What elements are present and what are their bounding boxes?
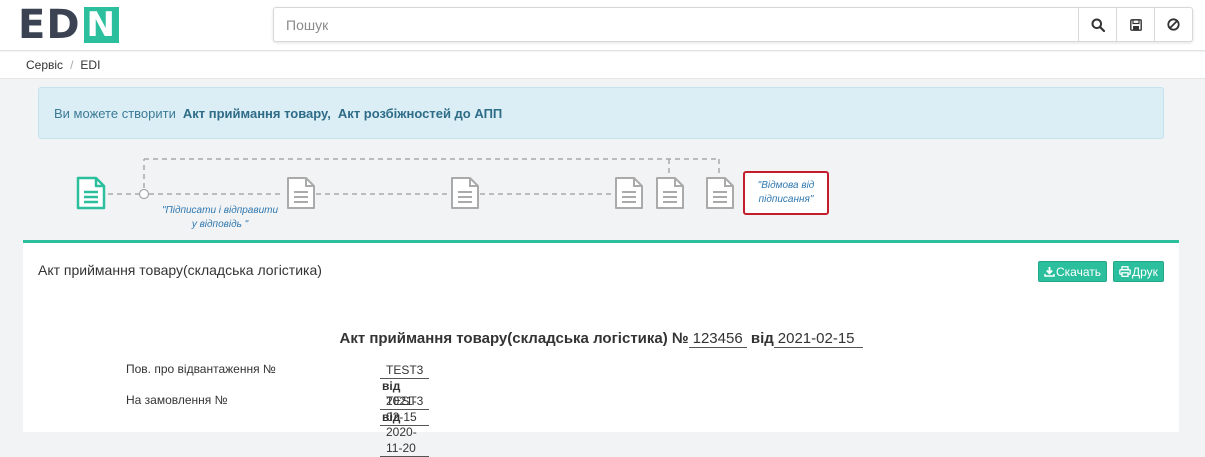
create-acceptance-act-link[interactable]: Акт приймання товару, <box>183 106 331 121</box>
search-button[interactable] <box>1078 8 1116 41</box>
print-icon <box>1119 266 1131 277</box>
shipment-notice-number: TEST3 <box>380 362 430 379</box>
sign-and-send-action[interactable]: "Підписати і відправити у відповідь " <box>150 204 290 232</box>
document-icon-step <box>656 177 684 209</box>
download-icon <box>1044 267 1055 277</box>
search-bar <box>273 7 1193 42</box>
document-from-word: від <box>750 330 774 347</box>
reject-label-line2: підписання" <box>758 194 814 205</box>
sign-label-line1: "Підписати і відправити <box>161 205 279 216</box>
alert-text: Ви можете створити <box>54 105 176 121</box>
print-label: Друк <box>1132 264 1158 279</box>
breadcrumb-item-service[interactable]: Сервіс <box>26 58 63 72</box>
save-search-button[interactable] <box>1116 8 1154 41</box>
document-icon-step <box>451 177 479 209</box>
panel-title: Акт приймання товару(складська логістика… <box>38 262 322 278</box>
document-icon-step <box>615 177 643 209</box>
ban-icon <box>1167 18 1180 31</box>
save-icon <box>1129 18 1142 31</box>
edin-logo[interactable]: ED N <box>18 2 119 48</box>
order-number: TEST3 <box>380 393 430 410</box>
document-date: 2021-02-15 <box>773 330 863 348</box>
order-from-word: від <box>382 410 401 424</box>
print-button[interactable]: Друк <box>1113 261 1164 282</box>
breadcrumb-separator: / <box>70 58 74 72</box>
breadcrumb-item-edi[interactable]: EDI <box>80 58 100 72</box>
document-number: 123456 <box>688 330 747 348</box>
order-label: На замовлення № <box>126 393 228 407</box>
document-heading: Акт приймання товару(складська логістика… <box>23 330 1179 348</box>
breadcrumb: Сервіс / EDI <box>0 52 1205 79</box>
sign-label-line2: у відповідь " <box>191 219 249 230</box>
shipment-notice-label: Пов. про відвантаження № <box>126 362 276 376</box>
document-workflow: "Підписати і відправити у відповідь " "В… <box>0 150 1205 240</box>
document-icon-step <box>287 177 315 209</box>
clear-search-button[interactable] <box>1154 8 1192 41</box>
document-panel: Акт приймання товару(складська логістика… <box>23 240 1179 457</box>
search-icon <box>1091 18 1105 32</box>
reject-signing-action[interactable]: "Відмова від підписання" <box>743 171 829 215</box>
create-discrepancy-act-link[interactable]: Акт розбіжностей до АПП <box>338 106 502 121</box>
shipment-notice-from-word: від <box>382 379 401 393</box>
search-input[interactable] <box>274 8 1078 41</box>
top-header: ED N <box>0 0 1205 51</box>
logo-text: ED <box>18 2 81 48</box>
document-icon-current[interactable] <box>76 176 106 210</box>
logo-accent: N <box>83 7 119 43</box>
document-icon-step <box>706 177 734 209</box>
order-date: 2020-11-20 <box>380 424 430 457</box>
download-label: Скачать <box>1056 264 1101 279</box>
download-button[interactable]: Скачать <box>1038 261 1107 282</box>
info-alert: Ви можете створити Акт приймання товару,… <box>38 87 1164 139</box>
document-heading-text: Акт приймання товару(складська логістика… <box>339 330 689 347</box>
reject-label-line1: "Відмова від <box>757 180 815 191</box>
